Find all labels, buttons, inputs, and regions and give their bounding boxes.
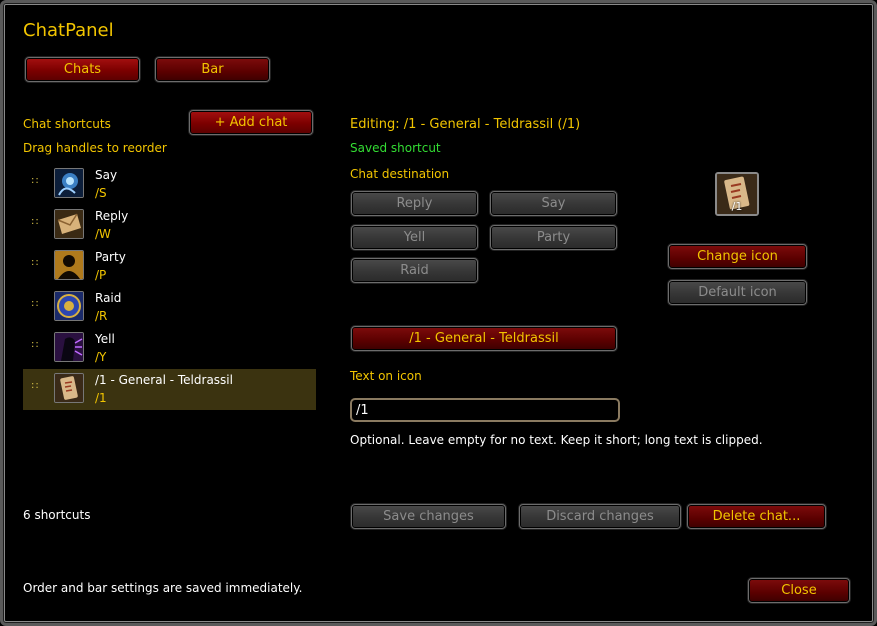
add-chat-button[interactable]: + Add chat	[189, 110, 313, 135]
default-icon-button[interactable]: Default icon	[668, 280, 807, 305]
discard-changes-button[interactable]: Discard changes	[519, 504, 681, 529]
shortcut-name: Yell	[95, 332, 115, 346]
destination-raid-button[interactable]: Raid	[351, 258, 478, 283]
drag-handle-icon[interactable]: ::	[31, 257, 40, 268]
drag-handle-icon[interactable]: ::	[31, 298, 40, 309]
shortcut-count: 6 shortcuts	[23, 508, 91, 522]
party-silhouette-icon	[54, 250, 84, 280]
shortcut-command: /P	[95, 268, 107, 282]
destination-reply-button[interactable]: Reply	[351, 191, 478, 216]
shortcut-name: /1 - General - Teldrassil	[95, 373, 233, 387]
shortcut-row-party[interactable]: :: Party /P	[23, 246, 316, 287]
raid-shield-icon	[54, 291, 84, 321]
status-text: Saved shortcut	[350, 141, 441, 155]
drag-hint: Drag handles to reorder	[23, 141, 167, 155]
shortcut-row-raid[interactable]: :: Raid /R	[23, 287, 316, 328]
shortcut-name: Say	[95, 168, 118, 182]
shortcut-name: Party	[95, 250, 126, 264]
text-on-icon-input[interactable]	[350, 398, 620, 422]
yell-icon	[54, 332, 84, 362]
channel-select-button[interactable]: /1 - General - Teldrassil	[351, 326, 617, 351]
scroll-icon	[54, 373, 84, 403]
text-on-icon-hint: Optional. Leave empty for no text. Keep …	[350, 433, 763, 447]
footer-note: Order and bar settings are saved immedia…	[23, 581, 303, 595]
chat-destination-label: Chat destination	[350, 167, 450, 181]
drag-handle-icon[interactable]: ::	[31, 216, 40, 227]
window-title: ChatPanel	[23, 20, 114, 41]
destination-yell-button[interactable]: Yell	[351, 225, 478, 250]
shortcut-row-reply[interactable]: :: Reply /W	[23, 205, 316, 246]
save-changes-button[interactable]: Save changes	[351, 504, 506, 529]
drag-handle-icon[interactable]: ::	[31, 380, 40, 391]
shortcut-name: Raid	[95, 291, 122, 305]
shortcut-command: /S	[95, 186, 107, 200]
text-on-icon-label: Text on icon	[350, 369, 422, 383]
shortcut-command: /W	[95, 227, 111, 241]
shortcut-command: /R	[95, 309, 108, 323]
close-button[interactable]: Close	[748, 578, 850, 603]
tab-bar[interactable]: Bar	[155, 57, 270, 82]
destination-party-button[interactable]: Party	[490, 225, 617, 250]
icon-preview[interactable]: /1	[715, 172, 759, 216]
say-icon	[54, 168, 84, 198]
tab-chats[interactable]: Chats	[25, 57, 140, 82]
shortcut-row-general-selected[interactable]: :: /1 - General - Teldrassil /1	[23, 369, 316, 410]
icon-preview-label: /1	[731, 200, 743, 213]
shortcut-command: /Y	[95, 350, 107, 364]
drag-handle-icon[interactable]: ::	[31, 339, 40, 350]
change-icon-button[interactable]: Change icon	[668, 244, 807, 269]
delete-chat-button[interactable]: Delete chat...	[687, 504, 826, 529]
shortcut-name: Reply	[95, 209, 129, 223]
shortcut-command: /1	[95, 391, 107, 405]
destination-say-button[interactable]: Say	[490, 191, 617, 216]
shortcut-row-yell[interactable]: :: Yell /Y	[23, 328, 316, 369]
drag-handle-icon[interactable]: ::	[31, 175, 40, 186]
shortcut-row-say[interactable]: :: Say /S	[23, 164, 316, 205]
chat-shortcuts-heading: Chat shortcuts	[23, 117, 111, 131]
letter-icon	[54, 209, 84, 239]
editing-title: Editing: /1 - General - Teldrassil (/1)	[350, 117, 581, 132]
